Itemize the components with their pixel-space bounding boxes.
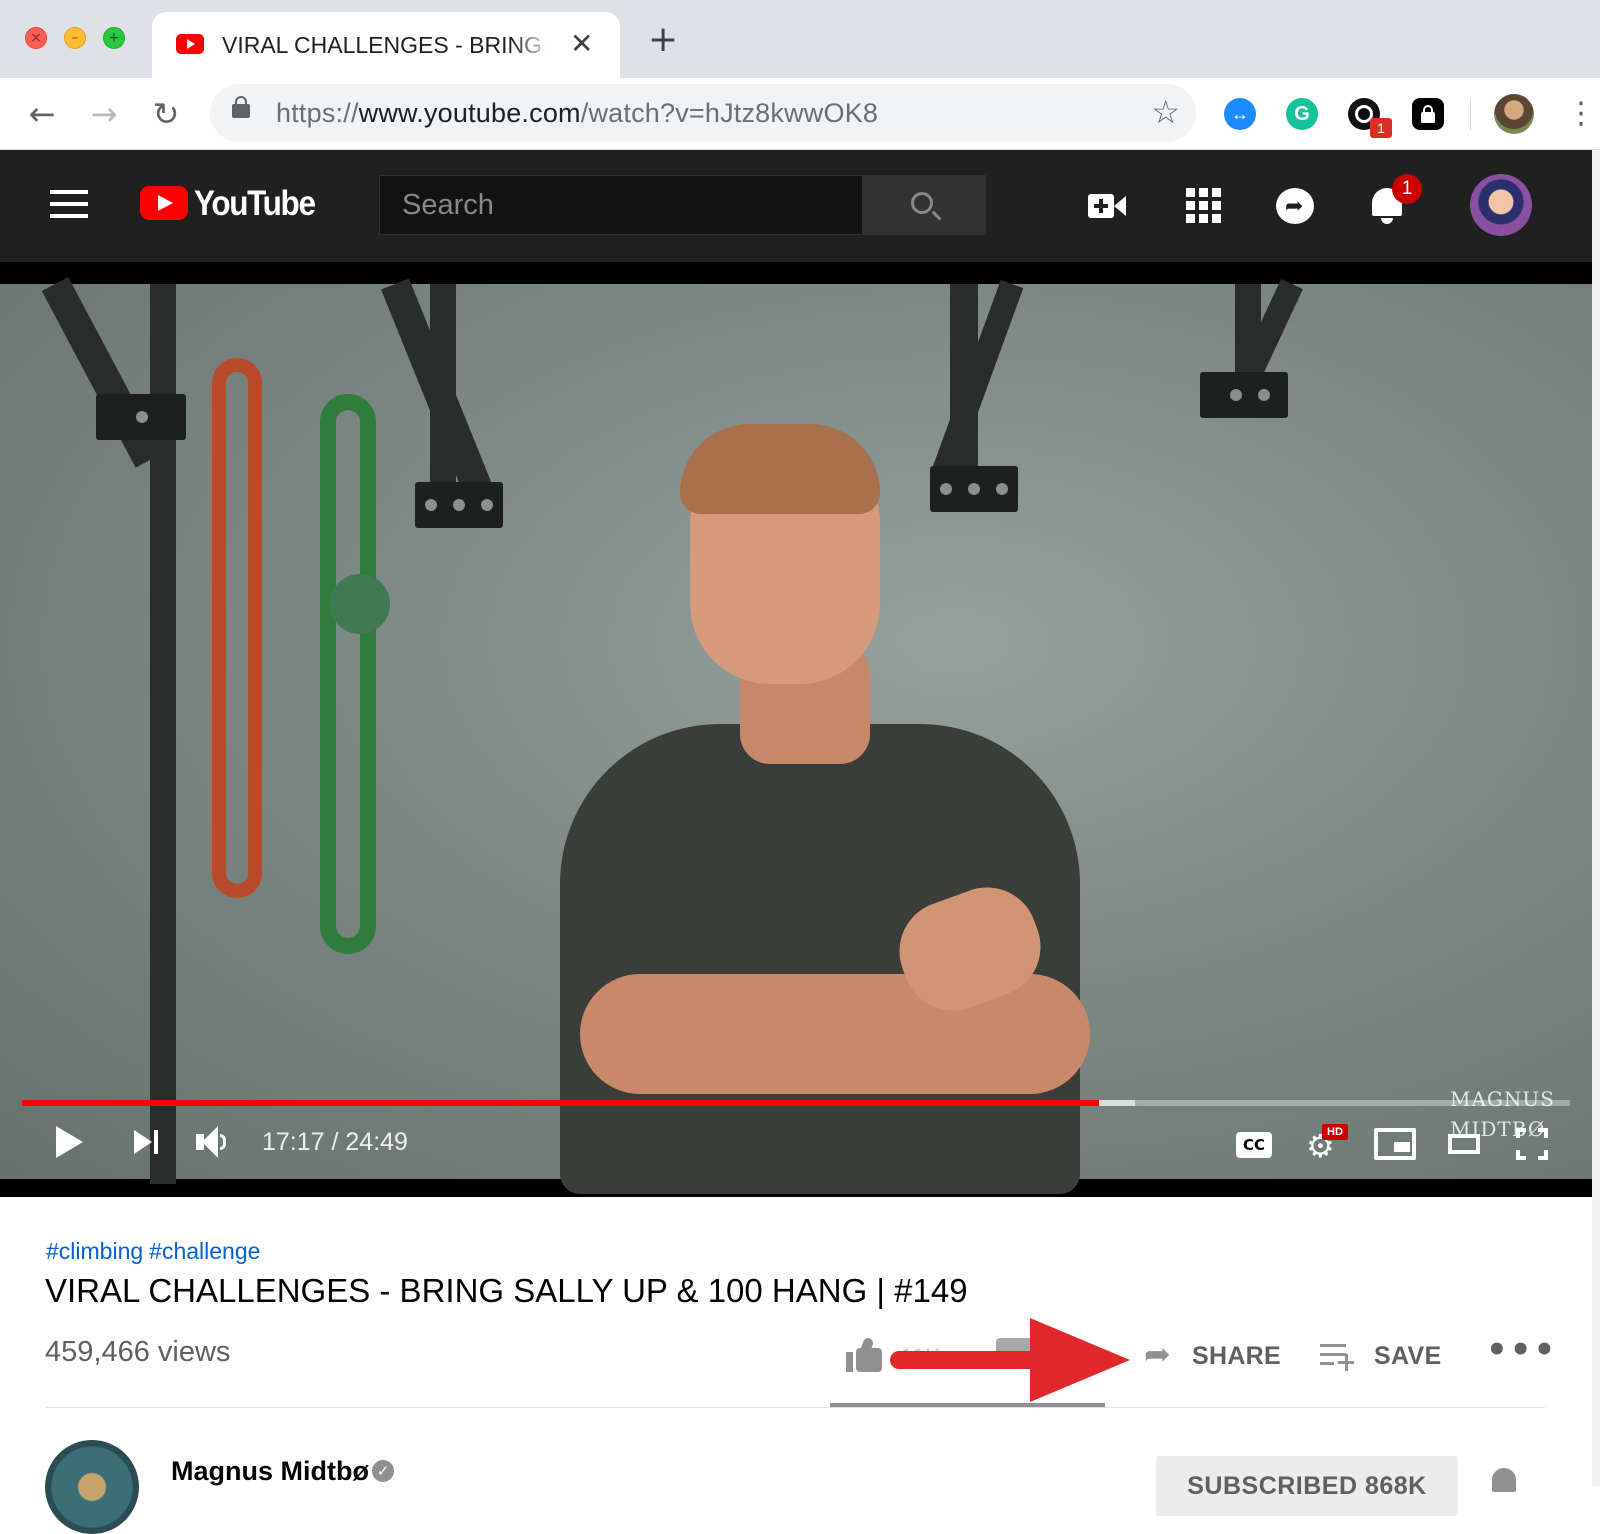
password-lock-icon[interactable]	[1412, 98, 1444, 130]
hd-badge: HD	[1322, 1124, 1348, 1140]
apps-grid-icon[interactable]	[1184, 186, 1224, 226]
browser-profile-avatar[interactable]	[1494, 94, 1534, 134]
youtube-logo-icon[interactable]	[140, 186, 188, 220]
address-bar[interactable]: https://www.youtube.com/watch?v=hJtz8kww…	[210, 84, 1196, 142]
youtube-masthead: YouTube ➦ 1	[0, 150, 1592, 262]
miniplayer-button[interactable]	[1374, 1128, 1416, 1160]
browser-tab-active[interactable]: VIRAL CHALLENGES - BRING SALLY UP & 100 …	[152, 12, 620, 78]
verified-check-icon: ✓	[372, 1460, 394, 1482]
tab-title: VIRAL CHALLENGES - BRING SALLY UP & 100 …	[222, 32, 552, 58]
annotation-arrow-icon	[890, 1318, 1130, 1402]
extension-badge: 1	[1370, 118, 1392, 138]
channel-avatar[interactable]	[45, 1440, 139, 1534]
grammarly-icon[interactable]: G	[1286, 98, 1318, 130]
play-button[interactable]	[52, 1118, 88, 1166]
address-url[interactable]: https://www.youtube.com/watch?v=hJtz8kww…	[276, 98, 878, 129]
back-button[interactable]: ←	[20, 92, 64, 136]
theater-mode-button[interactable]	[1448, 1134, 1480, 1154]
share-label: SHARE	[1192, 1342, 1282, 1370]
link-extension-icon[interactable]: ↔	[1224, 98, 1256, 130]
youtube-wordmark[interactable]: YouTube	[194, 184, 316, 224]
extension-glyph: ↔	[1231, 104, 1249, 124]
playlist-add-icon	[1320, 1342, 1354, 1371]
search-button[interactable]	[862, 175, 986, 235]
fullscreen-button[interactable]	[1516, 1128, 1548, 1160]
video-frame[interactable]: MAGNUS MIDTBØ	[0, 276, 1592, 1194]
save-label: SAVE	[1374, 1342, 1442, 1370]
window-minimize-button[interactable]: –	[64, 27, 86, 49]
progress-bar[interactable]	[22, 1100, 1570, 1106]
reload-button[interactable]: ↻	[144, 92, 188, 136]
new-tab-button[interactable]: +	[648, 22, 678, 58]
url-path: /watch?v=hJtz8kwwOK8	[580, 98, 879, 128]
page-scrollbar[interactable]	[1592, 150, 1600, 1486]
close-icon: ×	[30, 30, 42, 46]
create-video-icon[interactable]	[1088, 186, 1128, 226]
view-count: 459,466 views	[45, 1336, 231, 1368]
hashtag-link[interactable]: #climbing	[46, 1238, 143, 1264]
search-input[interactable]	[380, 176, 860, 234]
hamburger-menu-icon[interactable]	[50, 190, 88, 218]
minimize-icon: –	[71, 30, 79, 46]
youtube-favicon-icon	[176, 34, 204, 54]
next-video-button[interactable]	[134, 1118, 164, 1166]
extension-glyph: G	[1294, 103, 1310, 125]
browser-menu-icon[interactable]: ⋮	[1566, 94, 1596, 134]
window-close-button[interactable]: ×	[25, 27, 47, 49]
tab-close-icon[interactable]: ✕	[570, 28, 593, 60]
subscribe-button[interactable]: SUBSCRIBED 868K	[1156, 1456, 1458, 1516]
like-button[interactable]	[846, 1336, 884, 1374]
share-icon: ➦	[1144, 1335, 1171, 1373]
section-divider	[45, 1407, 1545, 1408]
toolbar-divider	[1470, 98, 1471, 130]
time-display: 17:17 / 24:49	[262, 1128, 408, 1156]
maximize-icon: +	[108, 30, 120, 46]
forward-button[interactable]: →	[82, 92, 126, 136]
watermark-line-1: MAGNUS	[1450, 1087, 1555, 1111]
search-box	[379, 175, 863, 235]
volume-icon[interactable]	[196, 1118, 236, 1166]
video-player[interactable]: MAGNUS MIDTBØ 17:17 / 24:49 CC ⚙ HD	[0, 262, 1592, 1197]
video-title: VIRAL CHALLENGES - BRING SALLY UP & 100 …	[45, 1272, 968, 1309]
captions-button[interactable]: CC	[1236, 1132, 1272, 1158]
lock-icon[interactable]	[232, 96, 250, 118]
url-scheme: https://	[276, 98, 359, 128]
channel-notification-bell-icon[interactable]	[1492, 1468, 1516, 1492]
progress-played	[22, 1100, 1100, 1106]
url-host: www.youtube.com	[358, 98, 581, 128]
browser-tab-strip: × – + VIRAL CHALLENGES - BRING SALLY UP …	[0, 0, 1600, 78]
notifications-badge: 1	[1392, 174, 1422, 204]
window-maximize-button[interactable]: +	[103, 27, 125, 49]
hashtag-link[interactable]: #challenge	[149, 1238, 260, 1264]
search-icon	[911, 192, 933, 214]
messages-share-icon[interactable]: ➦	[1276, 186, 1316, 226]
channel-name[interactable]: Magnus Midtbø	[171, 1456, 369, 1487]
bookmark-star-icon[interactable]: ☆	[1151, 94, 1180, 130]
more-actions-icon[interactable]: •••	[1486, 1330, 1557, 1370]
account-avatar[interactable]	[1470, 174, 1532, 236]
hashtags: #climbing #challenge	[46, 1238, 266, 1265]
browser-toolbar: ← → ↻ https://www.youtube.com/watch?v=hJ…	[0, 78, 1600, 150]
